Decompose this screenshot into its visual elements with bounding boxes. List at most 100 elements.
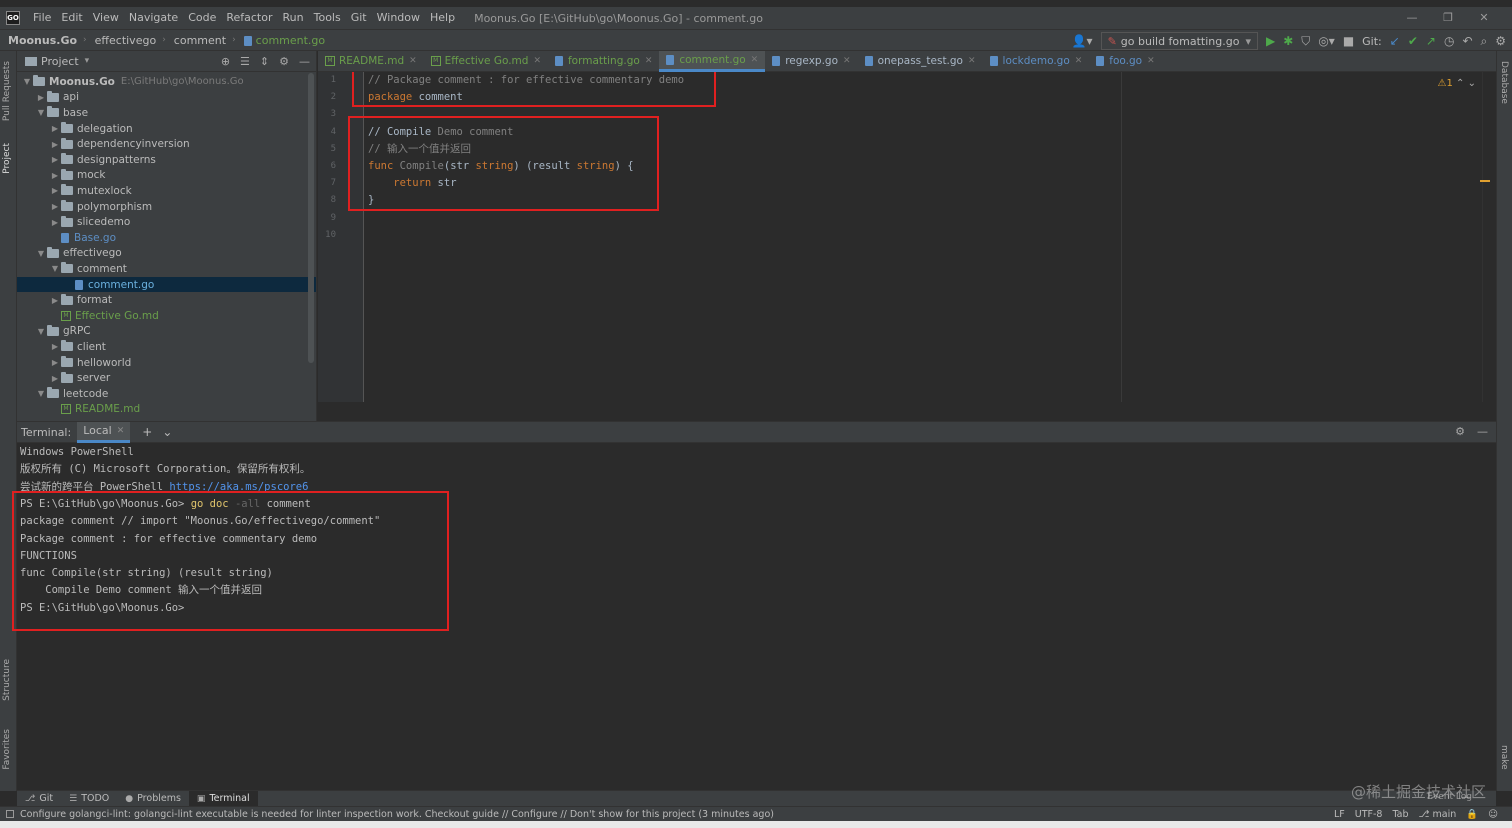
chevron-down-icon[interactable]: ▼ — [35, 389, 47, 398]
chevron-down-icon[interactable]: ▼ — [49, 264, 61, 273]
tree-item-comment-go[interactable]: comment.go — [17, 276, 316, 293]
editor-scrollbar[interactable] — [1482, 72, 1496, 402]
chevron-down-icon[interactable]: ▾ — [85, 56, 90, 66]
close-icon[interactable]: ✕ — [645, 56, 653, 66]
git-update-icon[interactable]: ↙ — [1390, 34, 1400, 48]
menu-view[interactable]: View — [88, 7, 124, 29]
tree-item-readme-md[interactable]: M README.md — [17, 402, 316, 418]
project-panel-title[interactable]: Project — [41, 55, 79, 68]
tree-item-base[interactable]: ▼ base — [17, 105, 316, 121]
inspection-warnings-indicator[interactable]: ⚠1 ⌃ ⌄ — [1438, 78, 1476, 89]
settings-icon[interactable]: ⚙ — [1495, 34, 1506, 48]
tree-item-server[interactable]: ▶ server — [17, 370, 316, 386]
profile-icon[interactable]: ◎▾ — [1318, 34, 1335, 48]
gear-icon[interactable]: ⚙ — [279, 55, 289, 68]
tool-tab-problems[interactable]: ● Problems — [117, 791, 189, 807]
breadcrumb-comment[interactable]: comment — [166, 34, 226, 47]
tree-item-effectivego[interactable]: ▼ effectivego — [17, 246, 316, 262]
tree-item-polymorphism[interactable]: ▶ polymorphism — [17, 199, 316, 215]
menu-file[interactable]: File — [28, 7, 56, 29]
chevron-right-icon[interactable]: ▶ — [49, 202, 61, 211]
close-window-button[interactable]: ✕ — [1466, 7, 1502, 29]
chevron-right-icon[interactable]: ▶ — [49, 218, 61, 227]
expand-all-icon[interactable]: ☰ — [240, 55, 250, 68]
menu-run[interactable]: Run — [278, 7, 309, 29]
hide-panel-icon[interactable]: — — [299, 55, 310, 68]
editor-tab-readme-md[interactable]: M README.md ✕ — [318, 51, 424, 72]
chevron-down-icon[interactable]: ▼ — [35, 327, 47, 336]
chevron-right-icon[interactable]: ▶ — [49, 124, 61, 133]
chevron-right-icon[interactable]: ▶ — [49, 358, 61, 367]
breadcrumb-effectivego[interactable]: effectivego — [87, 34, 157, 47]
structure-tool-button[interactable]: Structure — [2, 659, 12, 701]
close-icon[interactable]: ✕ — [409, 56, 417, 66]
editor-tab-effective-go-md[interactable]: M Effective Go.md ✕ — [424, 51, 548, 72]
tree-item-comment[interactable]: ▼ comment — [17, 261, 316, 277]
status-message[interactable]: Configure golangci-lint: golangci-lint e… — [20, 809, 774, 820]
close-icon[interactable]: ✕ — [1075, 56, 1083, 66]
run-configuration-select[interactable]: ✎ go build fomatting.go ▾ — [1100, 32, 1258, 50]
warning-stripe-marker[interactable] — [1480, 180, 1490, 182]
close-icon[interactable]: ✕ — [968, 56, 976, 66]
tree-item-dependencyinversion[interactable]: ▶ dependencyinversion — [17, 136, 316, 152]
menu-git[interactable]: Git — [346, 7, 372, 29]
chevron-right-icon[interactable]: ▶ — [49, 342, 61, 351]
tree-item-helloworld[interactable]: ▶ helloworld — [17, 355, 316, 371]
tree-item-designpatterns[interactable]: ▶ designpatterns — [17, 152, 316, 168]
search-icon[interactable]: ⌕ — [1481, 34, 1488, 49]
pull-requests-tool-button[interactable]: Pull Requests — [2, 61, 12, 121]
tree-item-slicedemo[interactable]: ▶ slicedemo — [17, 214, 316, 230]
debug-icon[interactable]: ✱ — [1283, 34, 1293, 48]
tree-item-base-go[interactable]: Base.go — [17, 230, 316, 246]
git-branch-widget[interactable]: ⎇ main — [1419, 809, 1457, 820]
tree-item-mutexlock[interactable]: ▶ mutexlock — [17, 183, 316, 199]
terminal-tab-local[interactable]: Local ✕ — [77, 421, 131, 443]
git-history-icon[interactable]: ◷ — [1444, 34, 1454, 48]
tool-tab-git[interactable]: ⎇ Git — [17, 791, 61, 807]
breadcrumb-file[interactable]: comment.go — [236, 34, 325, 47]
close-icon[interactable]: ✕ — [117, 426, 125, 436]
tree-item-leetcode[interactable]: ▼ leetcode — [17, 386, 316, 402]
close-icon[interactable]: ✕ — [751, 55, 759, 65]
chevron-down-icon[interactable]: ⌄ — [162, 425, 172, 439]
chevron-down-icon[interactable]: ▼ — [35, 108, 47, 117]
coverage-icon[interactable]: ⛉ — [1301, 34, 1310, 49]
database-tool-button[interactable]: Database — [1499, 61, 1509, 104]
stop-icon[interactable]: ■ — [1343, 34, 1354, 48]
favorites-tool-button[interactable]: Favorites — [2, 729, 12, 770]
git-commit-icon[interactable]: ✔ — [1408, 34, 1418, 48]
collapse-all-icon[interactable]: ⇕ — [260, 55, 269, 68]
minimize-button[interactable]: — — [1394, 7, 1430, 29]
editor-tab-comment-go[interactable]: comment.go ✕ — [659, 50, 766, 72]
menu-window[interactable]: Window — [372, 7, 425, 29]
chevron-down-icon[interactable]: ⌄ — [1468, 78, 1476, 89]
hide-panel-icon[interactable]: — — [1477, 425, 1488, 438]
close-icon[interactable]: ✕ — [1147, 56, 1155, 66]
breadcrumb-project[interactable]: Moonus.Go — [0, 34, 77, 47]
chevron-right-icon[interactable]: ▶ — [49, 374, 61, 383]
make-tool-button[interactable]: make — [1499, 745, 1509, 770]
close-icon[interactable]: ✕ — [843, 56, 851, 66]
chevron-up-icon[interactable]: ⌃ — [1456, 78, 1464, 89]
menu-navigate[interactable]: Navigate — [124, 7, 183, 29]
editor-tab-onepass-test-go[interactable]: onepass_test.go ✕ — [858, 51, 983, 72]
tree-item-moonus-go[interactable]: ▼ Moonus.Go E:\GitHub\go\Moonus.Go — [17, 74, 316, 90]
git-rollback-icon[interactable]: ↶ — [1462, 34, 1472, 48]
project-tool-button[interactable]: Project — [2, 143, 12, 174]
git-push-icon[interactable]: ↗ — [1426, 34, 1436, 48]
new-terminal-icon[interactable]: + — [142, 425, 152, 439]
gear-icon[interactable]: ⚙ — [1455, 425, 1465, 438]
chevron-right-icon[interactable]: ▶ — [49, 186, 61, 195]
encoding-widget[interactable]: UTF-8 — [1355, 809, 1383, 820]
restore-button[interactable]: ❐ — [1430, 7, 1466, 29]
tool-tab-terminal[interactable]: ▣ Terminal — [188, 790, 258, 807]
tree-item-delegation[interactable]: ▶ delegation — [17, 121, 316, 137]
editor-tab-lockdemo-go[interactable]: lockdemo.go ✕ — [983, 51, 1090, 72]
menu-refactor[interactable]: Refactor — [221, 7, 277, 29]
chevron-right-icon[interactable]: ▶ — [49, 140, 61, 149]
tree-item-format[interactable]: ▶ format — [17, 292, 316, 308]
chevron-right-icon[interactable]: ▶ — [49, 296, 61, 305]
chevron-right-icon[interactable]: ▶ — [49, 155, 61, 164]
project-tree-scrollbar[interactable] — [308, 73, 314, 363]
chevron-down-icon[interactable]: ▼ — [35, 249, 47, 258]
